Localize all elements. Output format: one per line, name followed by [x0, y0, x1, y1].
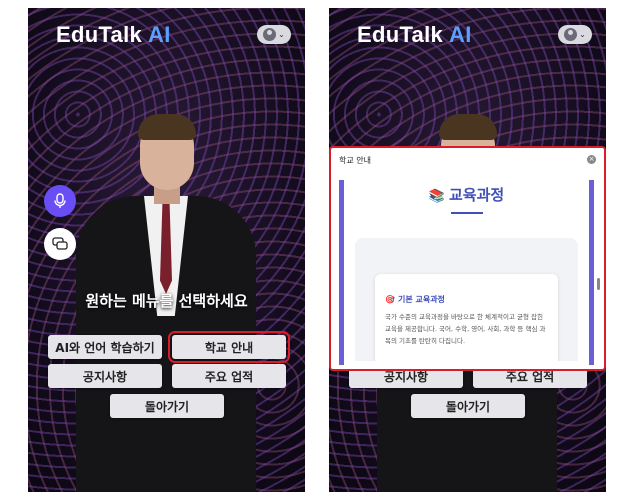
back-button[interactable]: 돌아가기 [110, 394, 224, 418]
chat-bubbles-icon [52, 237, 68, 250]
school-info-modal: 학교 안내 × 📚 교육과정 🎯 기본 교육과정 국가 수준의 교육과정을 바탕으로… [329, 146, 606, 371]
chevron-down-icon: ⌄ [579, 30, 586, 39]
curriculum-card: 🎯 기본 교육과정 국가 수준의 교육과정을 바탕으로 한 체계적이고 균형 잡힌… [375, 274, 558, 361]
modal-content: 📚 교육과정 🎯 기본 교육과정 국가 수준의 교육과정을 바탕으로 한 체계적이고… [347, 174, 586, 361]
ai-language-learning-button[interactable]: AI와 언어 학습하기 [48, 335, 162, 359]
right-phone-screen: EduTalk AI ⌄ 공지사항 주요 업적 돌아가기 학교 안내 × 📚 교육과… [329, 8, 606, 492]
modal-title: 학교 안내 [339, 156, 371, 165]
dart-icon: 🎯 [385, 295, 395, 304]
app-logo: EduTalk AI [56, 22, 171, 47]
microphone-icon [54, 193, 66, 208]
heading-underline [450, 212, 483, 214]
menu-prompt: 원하는 메뉴를 선택하세요 [85, 292, 248, 310]
chevron-down-icon: ⌄ [278, 30, 285, 39]
notices-button[interactable]: 공지사항 [48, 364, 162, 388]
left-accent-bar [339, 180, 344, 365]
microphone-button[interactable] [44, 185, 76, 217]
app-logo: EduTalk AI [357, 22, 472, 47]
back-button[interactable]: 돌아가기 [411, 394, 525, 418]
close-icon[interactable]: × [587, 155, 596, 164]
right-accent-bar [589, 180, 594, 365]
modal-scrollbar[interactable] [597, 278, 600, 290]
school-info-button[interactable]: 학교 안내 [168, 331, 290, 363]
chat-button[interactable] [44, 228, 76, 260]
achievements-button[interactable]: 주요 업적 [172, 364, 286, 388]
profile-menu-button[interactable]: ⌄ [257, 25, 291, 44]
card-description: 국가 수준의 교육과정을 바탕으로 한 체계적이고 균형 잡힌 교육을 제공합니… [385, 313, 546, 345]
profile-menu-button[interactable]: ⌄ [558, 25, 592, 44]
section-heading: 📚 교육과정 [428, 186, 505, 204]
content-panel: 🎯 기본 교육과정 국가 수준의 교육과정을 바탕으로 한 체계적이고 균형 잡힌… [355, 238, 578, 361]
books-icon: 📚 [428, 189, 445, 204]
avatar-icon [564, 28, 578, 41]
left-phone-screen: EduTalk AI ⌄ 원하는 메뉴를 선택하세요 AI와 언어 학습하기 학교… [28, 8, 305, 492]
card-title: 🎯 기본 교육과정 [385, 295, 445, 304]
avatar-icon [263, 28, 277, 41]
